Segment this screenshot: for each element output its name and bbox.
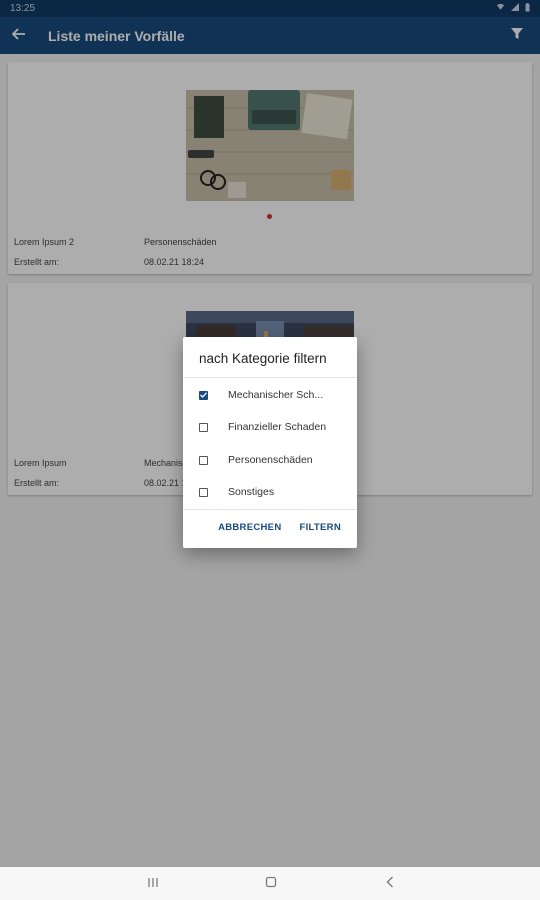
checkbox[interactable]: [199, 487, 208, 497]
dialog-title: nach Kategorie filtern: [199, 351, 327, 366]
divider: [183, 509, 357, 510]
filter-option-other[interactable]: Sonstiges: [199, 486, 274, 498]
checkbox[interactable]: [199, 422, 208, 432]
recents-icon: [147, 875, 159, 893]
checkbox[interactable]: [199, 455, 208, 465]
divider: [183, 377, 357, 378]
filter-confirm-button[interactable]: FILTERN: [299, 522, 341, 533]
cancel-button[interactable]: ABBRECHEN: [218, 522, 281, 533]
home-button[interactable]: [261, 875, 281, 893]
filter-option-financial[interactable]: Finanzieller Schaden: [199, 421, 326, 433]
option-label: Personenschäden: [228, 454, 313, 466]
home-icon: [265, 875, 277, 893]
recent-apps-button[interactable]: [143, 875, 163, 893]
back-nav-button[interactable]: [380, 875, 400, 893]
checkbox-checked[interactable]: [199, 390, 208, 400]
system-nav-bar: [0, 867, 540, 900]
filter-dialog: nach Kategorie filtern Mechanischer Sch.…: [183, 337, 357, 548]
option-label: Sonstiges: [228, 486, 275, 498]
chevron-left-icon: [386, 875, 394, 893]
filter-option-mechanical[interactable]: Mechanischer Sch...: [199, 389, 323, 401]
dialog-actions: ABBRECHEN FILTERN: [218, 522, 341, 533]
option-label: Finanzieller Schaden: [228, 421, 327, 433]
filter-option-personal[interactable]: Personenschäden: [199, 454, 313, 466]
option-label: Mechanischer Sch...: [228, 389, 324, 401]
